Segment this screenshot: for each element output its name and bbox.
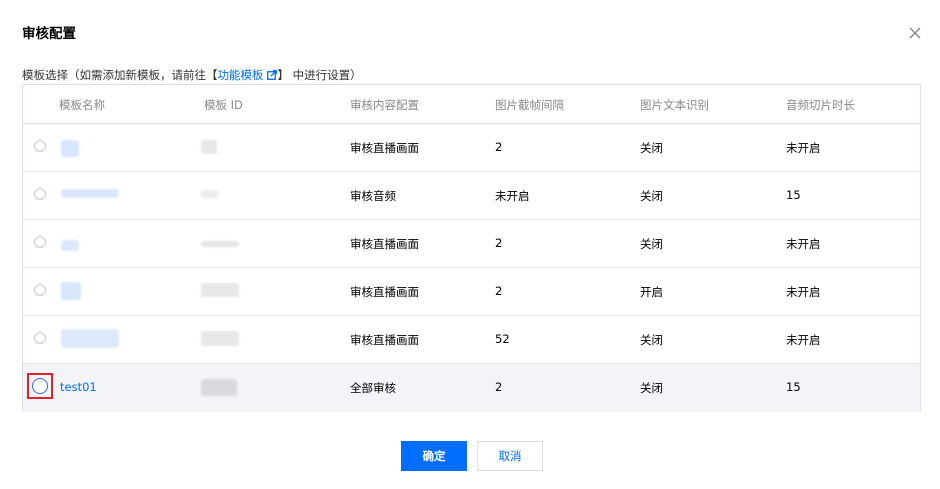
interval-cell: 2 (495, 380, 503, 394)
external-link-icon[interactable] (266, 69, 277, 83)
column-header-content: 审核内容配置 (350, 98, 419, 112)
audio-cell: 未开启 (786, 333, 821, 347)
audio-cell: 未开启 (786, 141, 821, 155)
function-template-link[interactable]: 功能模板 (218, 68, 264, 82)
table-row[interactable]: 审核直播画面 2 关闭 未开启 (23, 124, 920, 172)
table-row[interactable]: 审核直播画面 2 开启 未开启 (23, 268, 920, 316)
ocr-cell: 关闭 (640, 141, 663, 155)
redacted-id (201, 241, 239, 247)
content-cell: 审核直播画面 (350, 141, 419, 155)
close-icon[interactable] (906, 24, 924, 42)
redacted-id (201, 190, 219, 198)
ocr-cell: 开启 (640, 285, 663, 299)
interval-cell: 2 (495, 140, 503, 154)
confirm-button[interactable]: 确定 (401, 441, 467, 471)
content-cell: 全部审核 (350, 381, 396, 395)
column-header-interval: 图片截帧间隔 (495, 98, 564, 112)
hint-prefix: 模板选择（如需添加新模板，请前往 (22, 68, 206, 82)
cancel-button[interactable]: 取消 (477, 441, 543, 471)
audio-cell: 未开启 (786, 237, 821, 251)
redacted-name (61, 140, 79, 157)
hint-bracket-close: 】 (277, 68, 290, 82)
table-row[interactable]: 审核音频 未开启 关闭 15 (23, 172, 920, 220)
row-radio[interactable] (34, 332, 46, 344)
redacted-name (61, 329, 119, 348)
content-cell: 审核直播画面 (350, 285, 419, 299)
redacted-name (61, 240, 79, 251)
content-cell: 审核直播画面 (350, 237, 419, 251)
redacted-id (201, 331, 239, 346)
row-radio[interactable] (34, 188, 46, 200)
ocr-cell: 关闭 (640, 237, 663, 251)
column-header-name: 模板名称 (59, 98, 105, 112)
redacted-name (61, 189, 119, 198)
table-row-selected[interactable]: test01 全部审核 2 关闭 15 (23, 364, 920, 412)
column-header-ocr: 图片文本识别 (640, 98, 709, 112)
interval-cell: 2 (495, 284, 503, 298)
content-cell: 审核直播画面 (350, 333, 419, 347)
dialog-title: 审核配置 (22, 26, 76, 42)
redacted-id (201, 379, 237, 396)
table-row[interactable]: 审核直播画面 52 关闭 未开启 (23, 316, 920, 364)
audio-cell: 未开启 (786, 285, 821, 299)
audio-cell: 15 (786, 188, 801, 202)
content-cell: 审核音频 (350, 189, 396, 203)
ocr-cell: 关闭 (640, 189, 663, 203)
row-radio[interactable] (32, 378, 48, 394)
table-header: 模板名称 模板 ID 审核内容配置 图片截帧间隔 图片文本识别 音频切片时长 (23, 85, 920, 124)
interval-cell: 2 (495, 236, 503, 250)
hint-bracket-open: 【 (206, 68, 218, 82)
ocr-cell: 关闭 (640, 333, 663, 347)
column-header-id: 模板 ID (204, 98, 243, 112)
table-row[interactable]: 审核直播画面 2 关闭 未开启 (23, 220, 920, 268)
interval-cell: 未开启 (495, 189, 530, 203)
interval-cell: 52 (495, 332, 510, 346)
column-header-audio: 音频切片时长 (786, 98, 855, 112)
row-radio[interactable] (34, 236, 46, 248)
template-name-link[interactable]: test01 (60, 380, 97, 394)
redacted-id (201, 140, 217, 154)
redacted-id (201, 283, 239, 297)
hint-suffix: 中进行设置） (292, 68, 362, 82)
row-radio[interactable] (34, 140, 46, 152)
template-table: 模板名称 模板 ID 审核内容配置 图片截帧间隔 图片文本识别 音频切片时长 审… (22, 84, 921, 412)
row-radio[interactable] (34, 284, 46, 296)
template-hint: 模板选择（如需添加新模板，请前往【功能模板】 中进行设置） (22, 67, 362, 83)
ocr-cell: 关闭 (640, 381, 663, 395)
audio-cell: 15 (786, 380, 801, 394)
redacted-name (61, 282, 81, 300)
